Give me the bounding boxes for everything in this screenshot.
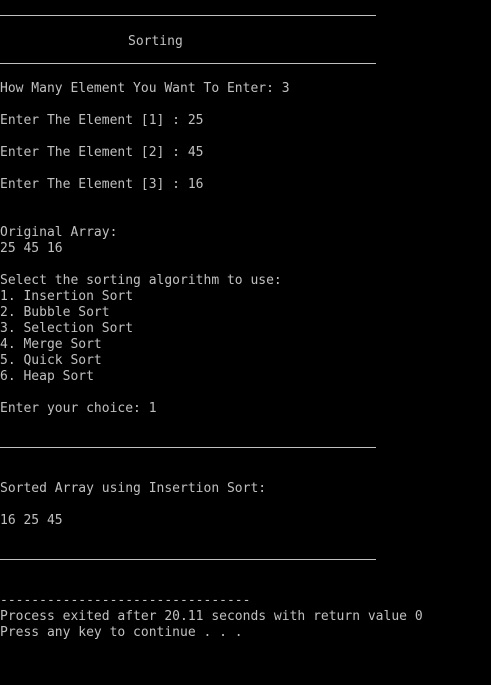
console-window[interactable]: Sorting How Many Element You Want To Ent… [0, 0, 491, 685]
result-divider-top [0, 447, 376, 448]
menu-item-heap-sort: 6. Heap Sort [0, 369, 94, 384]
menu-item-insertion-sort: 1. Insertion Sort [0, 289, 134, 304]
sorted-array-values: 16 25 45 [0, 513, 63, 528]
sorted-array-label: Sorted Array using Insertion Sort: [0, 481, 267, 496]
element-prompt-2: Enter The Element [2] : 45 [0, 145, 204, 160]
exit-separator: -------------------------------- [0, 593, 251, 608]
element-prompt-3: Enter The Element [3] : 16 [0, 177, 204, 192]
process-exit-message: Process exited after 20.11 seconds with … [0, 609, 423, 624]
original-array-label: Original Array: [0, 225, 118, 240]
menu-item-merge-sort: 4. Merge Sort [0, 337, 102, 352]
element-count-prompt: How Many Element You Want To Enter: 3 [0, 81, 290, 96]
top-divider [0, 15, 376, 16]
menu-title: Select the sorting algorithm to use: [0, 273, 282, 288]
header-title: Sorting [128, 34, 183, 49]
menu-item-selection-sort: 3. Selection Sort [0, 321, 134, 336]
continue-prompt: Press any key to continue . . . [0, 625, 243, 640]
result-divider-bottom [0, 559, 376, 560]
choice-prompt: Enter your choice: 1 [0, 401, 157, 416]
menu-item-quick-sort: 5. Quick Sort [0, 353, 102, 368]
element-prompt-1: Enter The Element [1] : 25 [0, 113, 204, 128]
original-array-values: 25 45 16 [0, 241, 63, 256]
menu-item-bubble-sort: 2. Bubble Sort [0, 305, 110, 320]
header-divider [0, 63, 376, 64]
